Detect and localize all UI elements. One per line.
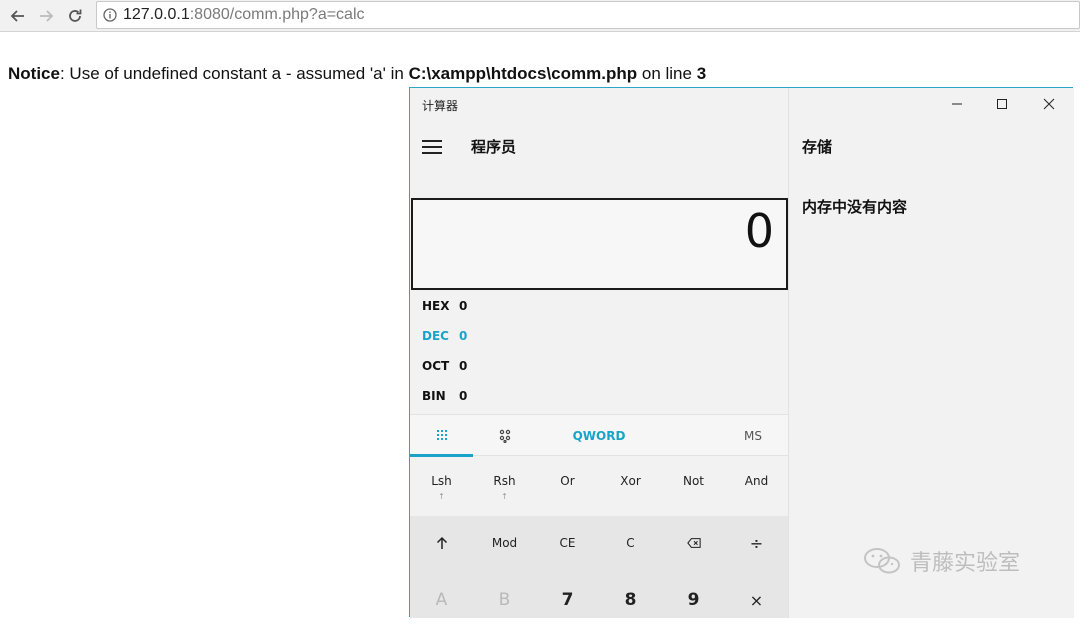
- word-size-button[interactable]: QWORD: [536, 415, 662, 456]
- url-path: :8080/comm.php?a=calc: [189, 6, 365, 23]
- digit-7-button[interactable]: 7: [536, 573, 599, 627]
- forward-button[interactable]: [34, 4, 58, 28]
- rsh-button[interactable]: Rsh ↑: [473, 474, 536, 501]
- browser-toolbar: 127.0.0.1:8080/comm.php?a=calc: [0, 0, 1080, 32]
- shift-indicator: ↑: [438, 492, 445, 501]
- maximize-icon: [997, 99, 1007, 109]
- maximize-button[interactable]: [982, 92, 1022, 116]
- window-title: 计算器: [422, 99, 459, 113]
- clear-entry-button[interactable]: CE: [536, 516, 599, 570]
- radix-value: 0: [459, 299, 468, 313]
- display-value: 0: [744, 204, 774, 258]
- tab-bit-toggle[interactable]: [473, 415, 536, 456]
- bitwise-row: Lsh ↑ Rsh ↑ Or Xor Not And: [410, 458, 788, 514]
- backspace-button[interactable]: [662, 516, 725, 570]
- close-icon: [1043, 98, 1055, 110]
- close-button[interactable]: [1029, 92, 1069, 116]
- notice-line: 3: [696, 64, 707, 83]
- full-keypad-icon: [436, 429, 447, 440]
- address-bar[interactable]: 127.0.0.1:8080/comm.php?a=calc: [96, 1, 1080, 29]
- reload-icon: [69, 9, 82, 22]
- watermark: 青藤实验室: [862, 545, 1020, 577]
- mode-title: 程序员: [471, 138, 517, 156]
- memory-store-button[interactable]: MS: [718, 415, 788, 456]
- notice-mid: on line: [637, 64, 697, 83]
- memory-panel: 存储 内存中没有内容: [788, 88, 1074, 618]
- notice-message: : Use of undefined constant a - assumed …: [59, 64, 409, 83]
- php-notice: Notice: Use of undefined constant a - as…: [8, 64, 706, 84]
- radix-label: OCT: [422, 359, 450, 373]
- shift-indicator: ↑: [501, 492, 508, 501]
- wechat-icon: [864, 548, 900, 574]
- menu-button[interactable]: [422, 135, 446, 159]
- clear-button[interactable]: C: [599, 516, 662, 570]
- digit-9-button[interactable]: 9: [662, 573, 725, 627]
- mod-button[interactable]: Mod: [473, 516, 536, 570]
- or-button[interactable]: Or: [536, 474, 599, 488]
- back-button[interactable]: [6, 4, 30, 28]
- radix-label: HEX: [422, 299, 450, 313]
- info-icon[interactable]: [103, 8, 117, 22]
- tab-full-keypad[interactable]: [410, 415, 473, 457]
- tab-selected-indicator: [410, 454, 473, 457]
- hex-a-button[interactable]: A: [410, 573, 473, 627]
- bit-toggle-icon: [499, 429, 510, 443]
- xor-button[interactable]: Xor: [599, 474, 662, 488]
- minimize-button[interactable]: [937, 92, 977, 116]
- notice-label: Notice: [8, 64, 60, 83]
- radix-label: DEC: [422, 329, 449, 343]
- digit-8-button[interactable]: 8: [599, 573, 662, 627]
- multiply-button[interactable]: ×: [725, 573, 788, 627]
- memory-title: 存储: [802, 138, 833, 156]
- lsh-button[interactable]: Lsh ↑: [410, 474, 473, 501]
- result-display: 0: [411, 198, 788, 290]
- shift-button[interactable]: [410, 516, 473, 570]
- url-text: 127.0.0.1:8080/comm.php?a=calc: [123, 6, 365, 24]
- divide-button[interactable]: ÷: [725, 516, 788, 570]
- radix-value: 0: [459, 359, 468, 373]
- and-button[interactable]: And: [725, 474, 788, 488]
- calculator-main-panel: 计算器 程序员 0 HEX 0 DEC 0 OCT 0 BIN 0 QWORD …: [410, 88, 788, 618]
- keypad-tab-bar: QWORD MS: [410, 414, 788, 457]
- minimize-icon: [952, 103, 962, 105]
- not-button[interactable]: Not: [662, 474, 725, 488]
- backspace-icon: [686, 538, 701, 548]
- shift-arrow-icon: [436, 536, 447, 549]
- keypad: Mod CE C ÷ A B 7 8 9 ×: [410, 516, 788, 618]
- url-host: 127.0.0.1: [123, 6, 190, 23]
- back-arrow-icon: [10, 10, 24, 22]
- hamburger-icon: [422, 140, 442, 142]
- radix-value: 0: [459, 389, 468, 403]
- radix-value: 0: [459, 329, 468, 343]
- notice-path: C:\xampp\htdocs\comm.php: [408, 64, 638, 83]
- hex-b-button[interactable]: B: [473, 573, 536, 627]
- calculator-window: 计算器 程序员 0 HEX 0 DEC 0 OCT 0 BIN 0 QWORD …: [409, 87, 1074, 618]
- reload-button[interactable]: [63, 4, 87, 28]
- radix-label: BIN: [422, 389, 446, 403]
- memory-empty-text: 内存中没有内容: [802, 198, 908, 216]
- watermark-text: 青藤实验室: [910, 551, 1021, 576]
- forward-arrow-icon: [40, 10, 54, 22]
